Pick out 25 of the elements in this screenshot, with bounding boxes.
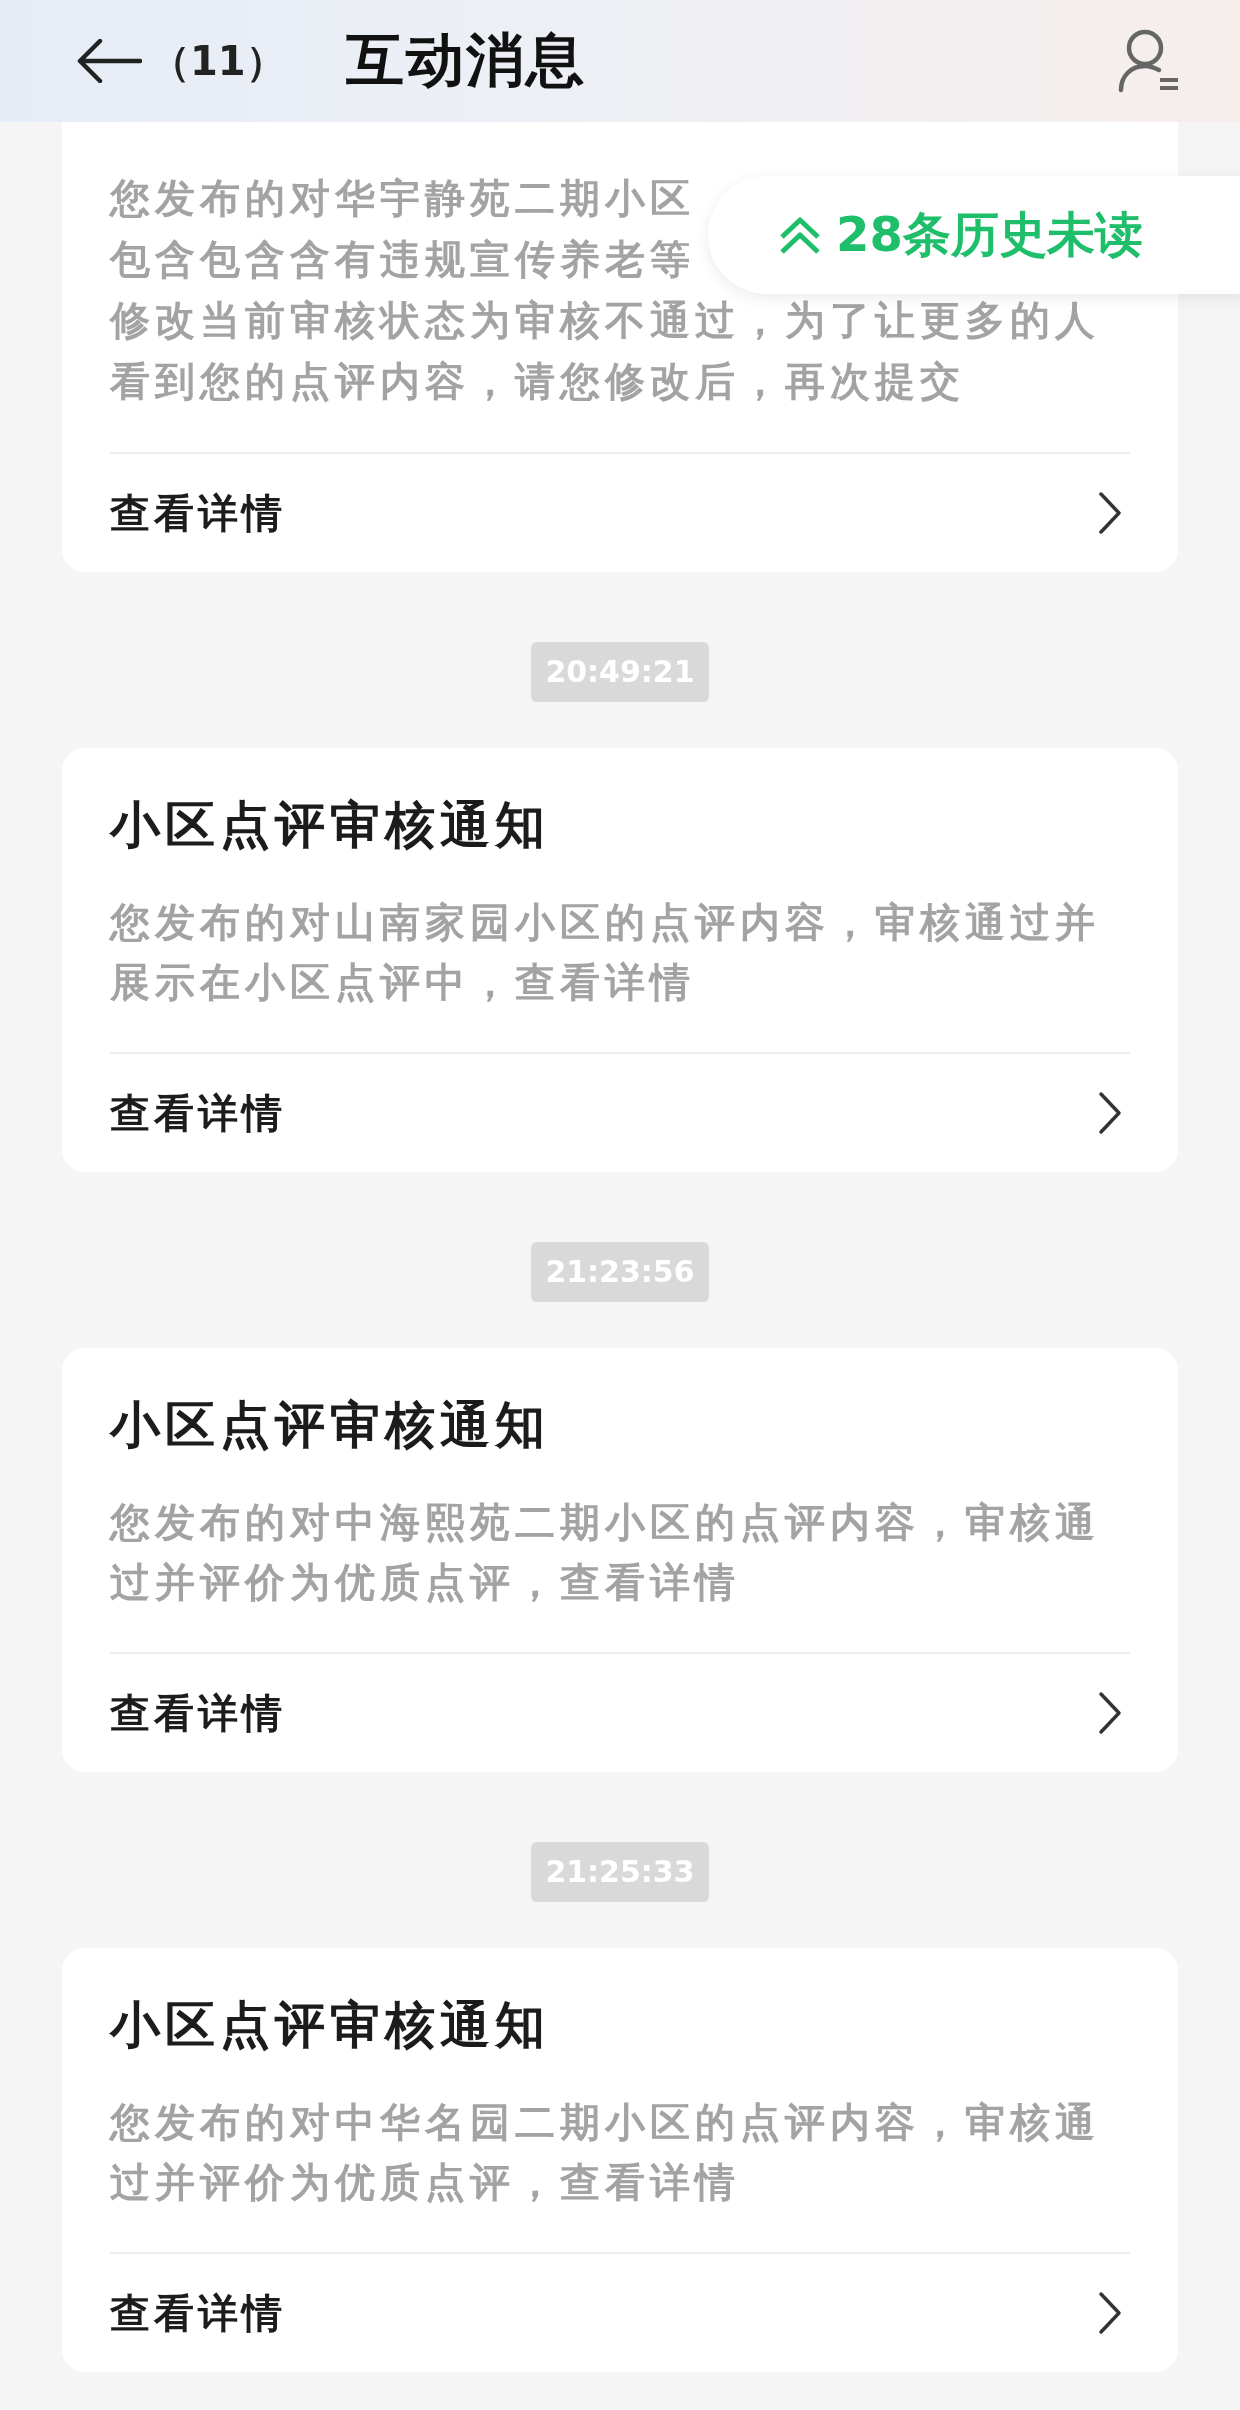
back-button[interactable]: （11） [76,33,286,89]
view-details-button[interactable]: 查看详情 [110,454,1130,572]
message-text: 您发布的对中海熙苑二期小区的点评内容，审核通过并评价为优质点评，查看详情 [110,1498,1101,1607]
view-details-button[interactable]: 查看详情 [110,1654,1130,1772]
chevron-right-icon [1098,1091,1122,1135]
view-details-button[interactable]: 查看详情 [110,2254,1130,2372]
page-title: 互动消息 [345,25,586,96]
double-chevron-up-icon [778,215,822,255]
back-arrow-icon [76,39,142,83]
unread-count: （11） [150,36,286,86]
chevron-right-icon [1098,1691,1122,1735]
message-text: 修改当前审核状态为审核不通过，为了让更多的人 [110,296,1100,345]
message-text: 包含包含含有违规宣传养老等 [110,235,695,284]
user-icon [1118,28,1180,94]
message-title: 小区点评审核通知 [110,1395,551,1456]
view-details-button[interactable]: 查看详情 [110,1054,1130,1172]
message-text: 您发布的对中华名园二期小区的点评内容，审核通过并评价为优质点评，查看详情 [110,2098,1101,2207]
chevron-right-icon [1098,2291,1122,2335]
chevron-right-icon [1098,491,1122,535]
profile-button[interactable] [1118,28,1180,94]
message-text: 看到您的点评内容，请您修改后，再次提交 [110,357,965,406]
message-title: 小区点评审核通知 [110,1995,551,2056]
message-title: 小区点评审核通知 [110,795,551,856]
message-text: 您发布的对山南家园小区的点评内容，审核通过并展示在小区点评中，查看详情 [110,898,1101,1007]
message-text: 您发布的对华宇静苑二期小区 [110,174,695,223]
